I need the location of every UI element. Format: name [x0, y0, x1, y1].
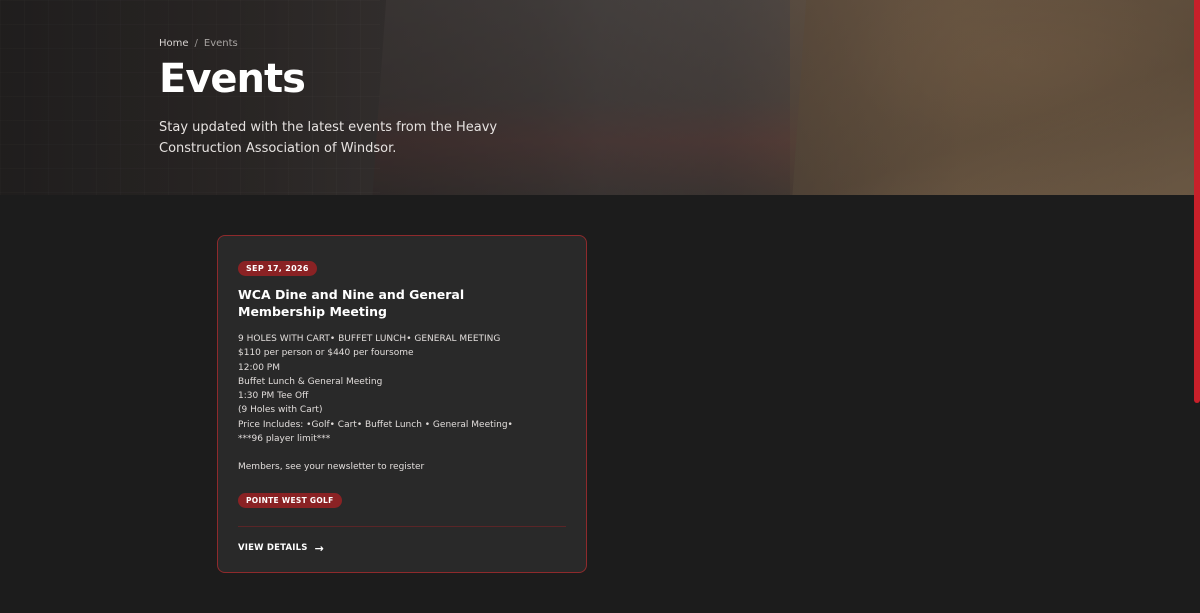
event-title[interactable]: WCA Dine and Nine and General Membership…: [238, 286, 538, 320]
event-location-badge: POINTE WEST GOLF: [238, 492, 342, 508]
description-line: ***96 player limit***: [238, 434, 331, 445]
breadcrumb: Home / Events: [159, 38, 619, 49]
description-line: (9 Holes with Cart): [238, 405, 323, 416]
breadcrumb-home-link[interactable]: Home: [159, 38, 189, 49]
event-date-badge: SEP 17, 2026: [238, 261, 317, 276]
description-line: Members, see your newsletter to register: [238, 462, 425, 473]
description-line: 12:00 PM: [238, 362, 280, 373]
description-line: 1:30 PM Tee Off: [238, 391, 309, 402]
card-divider: [238, 525, 566, 527]
breadcrumb-current: Events: [203, 38, 238, 49]
description-line: Price Includes: •Golf• Cart• Buffet Lunc…: [238, 419, 513, 430]
scrollbar-thumb[interactable]: [1194, 0, 1200, 403]
description-line: 9 HOLES WITH CART• BUFFET LUNCH• GENERAL…: [238, 334, 501, 344]
description-line: Buffet Lunch & General Meeting: [238, 376, 383, 387]
view-details-link[interactable]: VIEW DETAILS →: [238, 543, 566, 554]
hero-content: Home / Events Events Stay updated with t…: [159, 38, 619, 159]
hero-banner: Home / Events Events Stay updated with t…: [0, 0, 1200, 195]
page-title: Events: [159, 56, 306, 102]
arrow-right-icon: →: [314, 541, 324, 555]
scrollbar[interactable]: [1194, 0, 1200, 613]
description-line: $110 per person or $440 per foursome: [238, 348, 414, 359]
view-details-label: VIEW DETAILS: [238, 543, 308, 554]
event-card[interactable]: SEP 17, 2026 WCA Dine and Nine and Gener…: [217, 235, 587, 573]
event-description: 9 HOLES WITH CART• BUFFET LUNCH• GENERAL…: [238, 332, 566, 475]
page-subtitle: Stay updated with the latest events from…: [159, 120, 498, 156]
breadcrumb-separator: /: [194, 38, 198, 49]
